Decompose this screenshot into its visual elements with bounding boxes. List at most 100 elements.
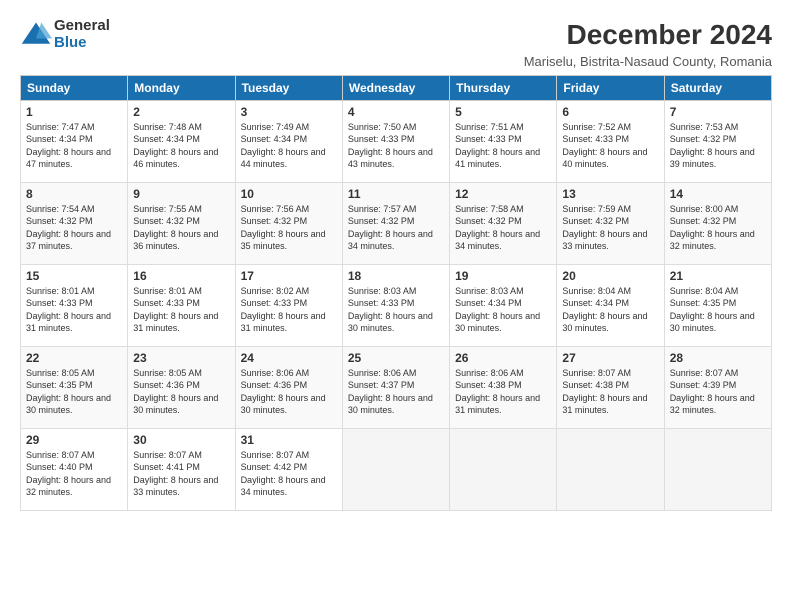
page: General Blue December 2024 Mariselu, Bis… [0,0,792,612]
day-number: 12 [455,187,551,201]
day-number: 14 [670,187,766,201]
table-row: 6 Sunrise: 7:52 AM Sunset: 4:33 PM Dayli… [557,100,664,182]
day-number: 7 [670,105,766,119]
calendar-week-row: 8 Sunrise: 7:54 AM Sunset: 4:32 PM Dayli… [21,182,772,264]
day-info: Sunrise: 7:54 AM Sunset: 4:32 PM Dayligh… [26,203,122,253]
table-row: 24 Sunrise: 8:06 AM Sunset: 4:36 PM Dayl… [235,346,342,428]
logo-general-text: General [54,18,110,35]
day-number: 19 [455,269,551,283]
table-row: 21 Sunrise: 8:04 AM Sunset: 4:35 PM Dayl… [664,264,771,346]
day-info: Sunrise: 8:06 AM Sunset: 4:37 PM Dayligh… [348,367,444,417]
col-sunday: Sunday [21,75,128,100]
table-row: 8 Sunrise: 7:54 AM Sunset: 4:32 PM Dayli… [21,182,128,264]
table-row: 2 Sunrise: 7:48 AM Sunset: 4:34 PM Dayli… [128,100,235,182]
day-info: Sunrise: 7:59 AM Sunset: 4:32 PM Dayligh… [562,203,658,253]
table-row: 9 Sunrise: 7:55 AM Sunset: 4:32 PM Dayli… [128,182,235,264]
day-number: 11 [348,187,444,201]
table-row: 25 Sunrise: 8:06 AM Sunset: 4:37 PM Dayl… [342,346,449,428]
day-number: 8 [26,187,122,201]
logo-icon [20,20,52,48]
day-info: Sunrise: 8:03 AM Sunset: 4:34 PM Dayligh… [455,285,551,335]
day-number: 20 [562,269,658,283]
day-number: 29 [26,433,122,447]
day-info: Sunrise: 8:01 AM Sunset: 4:33 PM Dayligh… [133,285,229,335]
day-info: Sunrise: 7:48 AM Sunset: 4:34 PM Dayligh… [133,121,229,171]
table-row: 3 Sunrise: 7:49 AM Sunset: 4:34 PM Dayli… [235,100,342,182]
day-number: 31 [241,433,337,447]
day-info: Sunrise: 7:58 AM Sunset: 4:32 PM Dayligh… [455,203,551,253]
table-row: 16 Sunrise: 8:01 AM Sunset: 4:33 PM Dayl… [128,264,235,346]
table-row: 20 Sunrise: 8:04 AM Sunset: 4:34 PM Dayl… [557,264,664,346]
day-number: 28 [670,351,766,365]
day-number: 4 [348,105,444,119]
table-row: 5 Sunrise: 7:51 AM Sunset: 4:33 PM Dayli… [450,100,557,182]
day-number: 10 [241,187,337,201]
day-info: Sunrise: 7:57 AM Sunset: 4:32 PM Dayligh… [348,203,444,253]
table-row: 15 Sunrise: 8:01 AM Sunset: 4:33 PM Dayl… [21,264,128,346]
calendar-week-row: 29 Sunrise: 8:07 AM Sunset: 4:40 PM Dayl… [21,428,772,510]
day-info: Sunrise: 7:56 AM Sunset: 4:32 PM Dayligh… [241,203,337,253]
day-info: Sunrise: 8:00 AM Sunset: 4:32 PM Dayligh… [670,203,766,253]
day-number: 22 [26,351,122,365]
table-row [342,428,449,510]
day-number: 25 [348,351,444,365]
table-row: 17 Sunrise: 8:02 AM Sunset: 4:33 PM Dayl… [235,264,342,346]
month-title: December 2024 [524,18,772,52]
col-monday: Monday [128,75,235,100]
day-number: 18 [348,269,444,283]
day-info: Sunrise: 8:07 AM Sunset: 4:42 PM Dayligh… [241,449,337,499]
day-number: 21 [670,269,766,283]
table-row: 30 Sunrise: 8:07 AM Sunset: 4:41 PM Dayl… [128,428,235,510]
table-row: 28 Sunrise: 8:07 AM Sunset: 4:39 PM Dayl… [664,346,771,428]
table-row: 12 Sunrise: 7:58 AM Sunset: 4:32 PM Dayl… [450,182,557,264]
calendar-week-row: 22 Sunrise: 8:05 AM Sunset: 4:35 PM Dayl… [21,346,772,428]
day-number: 3 [241,105,337,119]
calendar-week-row: 15 Sunrise: 8:01 AM Sunset: 4:33 PM Dayl… [21,264,772,346]
table-row: 23 Sunrise: 8:05 AM Sunset: 4:36 PM Dayl… [128,346,235,428]
table-row: 29 Sunrise: 8:07 AM Sunset: 4:40 PM Dayl… [21,428,128,510]
day-info: Sunrise: 8:07 AM Sunset: 4:40 PM Dayligh… [26,449,122,499]
logo: General Blue [20,18,110,51]
title-block: December 2024 Mariselu, Bistrita-Nasaud … [524,18,772,69]
table-row [450,428,557,510]
table-row: 10 Sunrise: 7:56 AM Sunset: 4:32 PM Dayl… [235,182,342,264]
day-info: Sunrise: 7:55 AM Sunset: 4:32 PM Dayligh… [133,203,229,253]
day-number: 30 [133,433,229,447]
calendar-header-row: Sunday Monday Tuesday Wednesday Thursday… [21,75,772,100]
day-info: Sunrise: 8:07 AM Sunset: 4:39 PM Dayligh… [670,367,766,417]
table-row: 7 Sunrise: 7:53 AM Sunset: 4:32 PM Dayli… [664,100,771,182]
day-number: 26 [455,351,551,365]
table-row: 4 Sunrise: 7:50 AM Sunset: 4:33 PM Dayli… [342,100,449,182]
day-info: Sunrise: 8:03 AM Sunset: 4:33 PM Dayligh… [348,285,444,335]
table-row: 1 Sunrise: 7:47 AM Sunset: 4:34 PM Dayli… [21,100,128,182]
col-wednesday: Wednesday [342,75,449,100]
day-number: 27 [562,351,658,365]
day-number: 23 [133,351,229,365]
day-number: 16 [133,269,229,283]
table-row: 19 Sunrise: 8:03 AM Sunset: 4:34 PM Dayl… [450,264,557,346]
col-thursday: Thursday [450,75,557,100]
table-row: 14 Sunrise: 8:00 AM Sunset: 4:32 PM Dayl… [664,182,771,264]
day-info: Sunrise: 8:04 AM Sunset: 4:35 PM Dayligh… [670,285,766,335]
table-row: 18 Sunrise: 8:03 AM Sunset: 4:33 PM Dayl… [342,264,449,346]
day-number: 15 [26,269,122,283]
table-row: 13 Sunrise: 7:59 AM Sunset: 4:32 PM Dayl… [557,182,664,264]
col-tuesday: Tuesday [235,75,342,100]
day-info: Sunrise: 8:05 AM Sunset: 4:35 PM Dayligh… [26,367,122,417]
col-saturday: Saturday [664,75,771,100]
calendar-table: Sunday Monday Tuesday Wednesday Thursday… [20,75,772,511]
day-number: 2 [133,105,229,119]
day-info: Sunrise: 8:01 AM Sunset: 4:33 PM Dayligh… [26,285,122,335]
day-info: Sunrise: 7:53 AM Sunset: 4:32 PM Dayligh… [670,121,766,171]
day-number: 17 [241,269,337,283]
day-info: Sunrise: 8:05 AM Sunset: 4:36 PM Dayligh… [133,367,229,417]
calendar-week-row: 1 Sunrise: 7:47 AM Sunset: 4:34 PM Dayli… [21,100,772,182]
header: General Blue December 2024 Mariselu, Bis… [20,18,772,69]
day-info: Sunrise: 8:02 AM Sunset: 4:33 PM Dayligh… [241,285,337,335]
day-number: 1 [26,105,122,119]
table-row: 26 Sunrise: 8:06 AM Sunset: 4:38 PM Dayl… [450,346,557,428]
day-info: Sunrise: 7:50 AM Sunset: 4:33 PM Dayligh… [348,121,444,171]
day-info: Sunrise: 7:52 AM Sunset: 4:33 PM Dayligh… [562,121,658,171]
day-number: 6 [562,105,658,119]
day-number: 9 [133,187,229,201]
